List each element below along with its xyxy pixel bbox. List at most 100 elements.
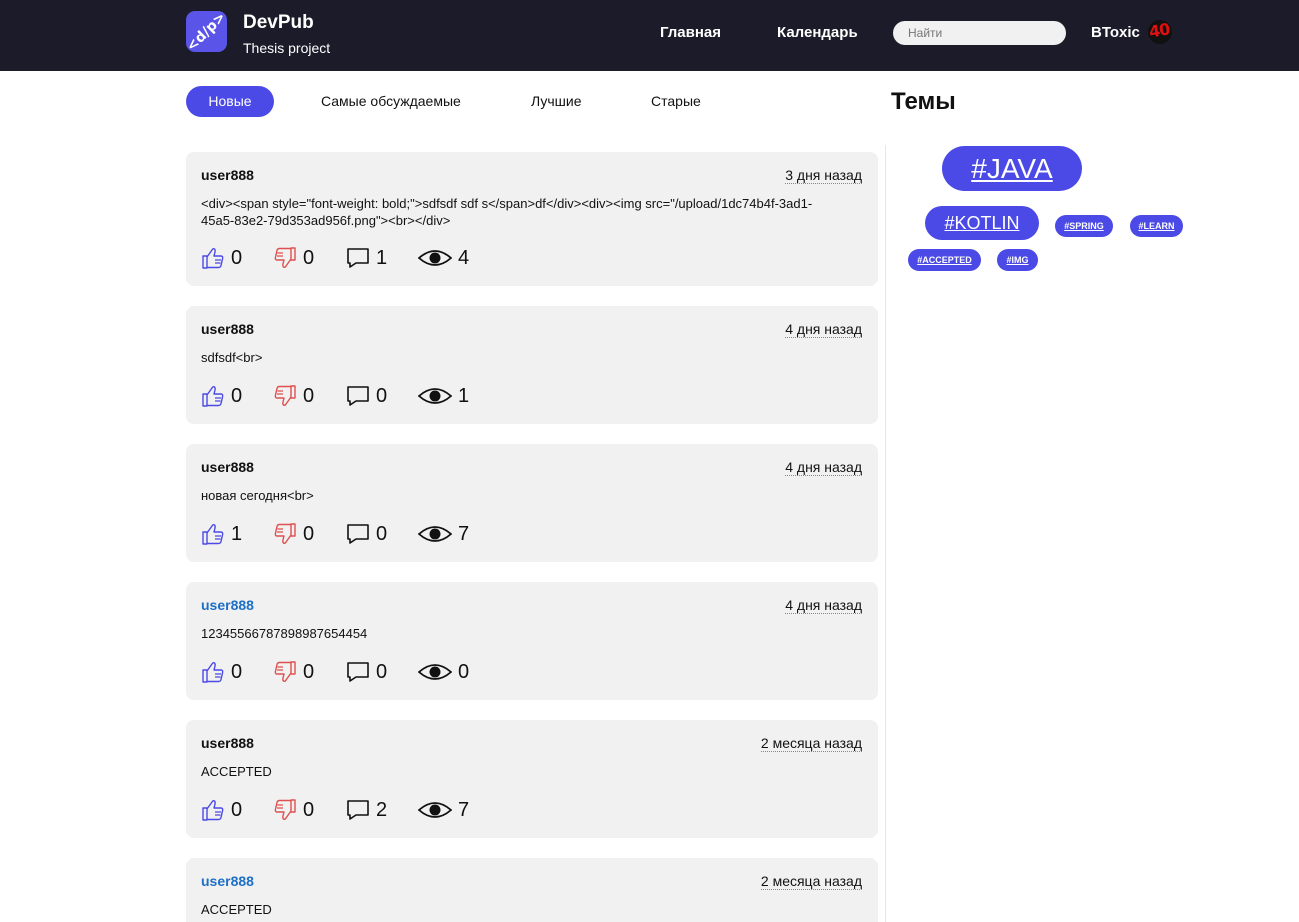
thumbs-down-icon <box>273 522 297 546</box>
thumbs-up-icon <box>201 246 225 270</box>
comments-link[interactable]: 0 <box>346 521 387 547</box>
avatar[interactable]: 40 <box>1148 20 1172 44</box>
logo-text: <d/p> <box>183 8 230 55</box>
nav-calendar[interactable]: Календарь <box>777 24 858 41</box>
dislike-button[interactable]: 0 <box>273 383 314 409</box>
dislike-count: 0 <box>303 660 315 683</box>
post-card[interactable]: user888 4 дня назад новая сегодня<br> 1 … <box>186 444 878 562</box>
comment-icon <box>346 798 370 822</box>
eye-icon <box>418 798 452 822</box>
thumbs-down-icon <box>273 246 297 270</box>
brand-title[interactable]: DevPub <box>243 12 314 34</box>
comments-link[interactable]: 1 <box>346 245 387 271</box>
comments-link[interactable]: 0 <box>346 383 387 409</box>
thumbs-down-icon <box>273 384 297 408</box>
like-count: 0 <box>231 246 243 269</box>
post-text[interactable]: новая сегодня<br> <box>201 487 841 504</box>
post-text[interactable]: ACCEPTED <box>201 901 841 918</box>
like-count: 0 <box>231 660 243 683</box>
dislike-button[interactable]: 0 <box>273 659 314 685</box>
avatar-text: 40 <box>1148 20 1171 42</box>
post-card[interactable]: user888 3 дня назад <div><span style="fo… <box>186 152 878 286</box>
post-time[interactable]: 4 дня назад <box>785 597 862 614</box>
nav-home[interactable]: Главная <box>660 24 721 41</box>
views-counter: 7 <box>418 521 469 547</box>
view-count: 1 <box>458 384 470 407</box>
post-time[interactable]: 4 дня назад <box>785 321 862 338</box>
thumbs-up-icon <box>201 522 225 546</box>
post-author[interactable]: user888 <box>201 873 254 889</box>
sidebar-divider <box>885 145 886 922</box>
logo[interactable]: <d/p> <box>183 8 230 55</box>
like-button[interactable]: 0 <box>201 797 242 823</box>
tab-new[interactable]: Новые <box>186 86 274 117</box>
post-author[interactable]: user888 <box>201 459 254 475</box>
views-counter: 4 <box>418 245 469 271</box>
tag-java[interactable]: #JAVA <box>942 146 1082 191</box>
post-text[interactable]: 12345566787898987654454 <box>201 625 841 642</box>
search-input[interactable] <box>893 21 1066 45</box>
post-time[interactable]: 2 месяца назад <box>760 873 862 890</box>
thumbs-down-icon <box>273 798 297 822</box>
comment-icon <box>346 522 370 546</box>
like-button[interactable]: 0 <box>201 245 242 271</box>
tag-img[interactable]: #IMG <box>997 249 1038 271</box>
views-counter: 7 <box>418 797 469 823</box>
post-card[interactable]: user888 4 дня назад 12345566787898987654… <box>186 582 878 700</box>
like-button[interactable]: 1 <box>201 521 242 547</box>
post-text[interactable]: sdfsdf<br> <box>201 349 841 366</box>
topics-title: Темы <box>891 88 956 115</box>
top-header: <d/p> DevPub Thesis project Главная Кале… <box>0 0 1299 71</box>
post-text[interactable]: <div><span style="font-weight: bold;">sd… <box>201 195 841 229</box>
dislike-count: 0 <box>303 384 315 407</box>
comment-count: 2 <box>376 798 388 821</box>
eye-icon <box>418 246 452 270</box>
thumbs-up-icon <box>201 798 225 822</box>
like-count: 0 <box>231 798 243 821</box>
eye-icon <box>418 384 452 408</box>
dislike-button[interactable]: 0 <box>273 245 314 271</box>
tab-most-discussed[interactable]: Самые обсуждаемые <box>321 86 461 117</box>
like-button[interactable]: 0 <box>201 659 242 685</box>
comment-icon <box>346 660 370 684</box>
thumbs-up-icon <box>201 384 225 408</box>
post-time[interactable]: 3 дня назад <box>785 167 862 184</box>
tag-kotlin[interactable]: #KOTLIN <box>925 206 1039 240</box>
comments-link[interactable]: 0 <box>346 659 387 685</box>
comment-count: 1 <box>376 246 388 269</box>
tab-best[interactable]: Лучшие <box>531 86 581 117</box>
dislike-count: 0 <box>303 522 315 545</box>
comment-count: 0 <box>376 522 388 545</box>
eye-icon <box>418 660 452 684</box>
views-counter: 0 <box>418 659 469 685</box>
post-author[interactable]: user888 <box>201 167 254 183</box>
brand-subtitle: Thesis project <box>243 40 331 56</box>
post-author[interactable]: user888 <box>201 735 254 751</box>
tag-spring[interactable]: #SPRING <box>1055 215 1113 237</box>
dislike-button[interactable]: 0 <box>273 797 314 823</box>
like-button[interactable]: 0 <box>201 383 242 409</box>
post-text[interactable]: ACCEPTED <box>201 763 841 780</box>
tab-old[interactable]: Старые <box>651 86 701 117</box>
user-name[interactable]: BToxic <box>1091 24 1140 41</box>
tag-learn[interactable]: #LEARN <box>1130 215 1183 237</box>
views-counter: 1 <box>418 383 469 409</box>
post-author[interactable]: user888 <box>201 321 254 337</box>
tag-accepted[interactable]: #ACCEPTED <box>908 249 981 271</box>
post-card[interactable]: user888 2 месяца назад ACCEPTED <box>186 858 878 922</box>
post-time[interactable]: 4 дня назад <box>785 459 862 476</box>
thumbs-down-icon <box>273 660 297 684</box>
comment-count: 0 <box>376 660 388 683</box>
post-time[interactable]: 2 месяца назад <box>760 735 862 752</box>
dislike-button[interactable]: 0 <box>273 521 314 547</box>
view-count: 7 <box>458 798 470 821</box>
thumbs-up-icon <box>201 660 225 684</box>
view-count: 7 <box>458 522 470 545</box>
dislike-count: 0 <box>303 798 315 821</box>
comment-icon <box>346 246 370 270</box>
post-card[interactable]: user888 2 месяца назад ACCEPTED 0 0 2 7 <box>186 720 878 838</box>
post-author[interactable]: user888 <box>201 597 254 613</box>
like-count: 1 <box>231 522 243 545</box>
post-card[interactable]: user888 4 дня назад sdfsdf<br> 0 0 0 1 <box>186 306 878 424</box>
comments-link[interactable]: 2 <box>346 797 387 823</box>
